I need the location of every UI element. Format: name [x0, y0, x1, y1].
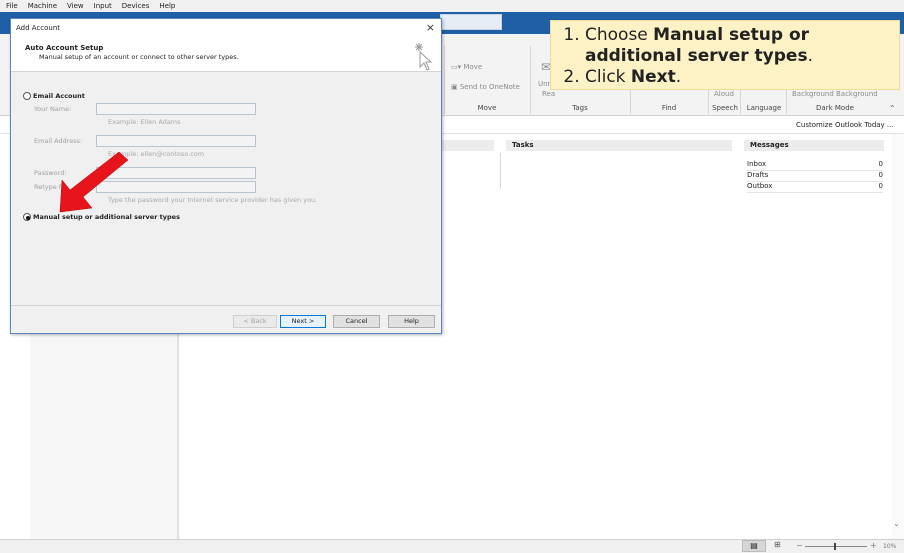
- auto-account-setup-title: Auto Account Setup: [25, 44, 104, 52]
- step2-prefix: Click: [585, 67, 631, 87]
- scrollbar[interactable]: [892, 134, 904, 539]
- group-label-language: Language: [746, 104, 782, 112]
- email-address-field[interactable]: [96, 135, 256, 147]
- group-label-tags: Tags: [572, 104, 588, 112]
- add-account-dialog: Add Account × Auto Account Setup Manual …: [10, 18, 442, 334]
- customize-outlook-today-link[interactable]: Customize Outlook Today ...: [796, 121, 894, 129]
- close-icon[interactable]: ×: [426, 19, 435, 37]
- your-name-field[interactable]: [96, 103, 256, 115]
- message-folder-row[interactable]: Outbox 0: [747, 182, 883, 193]
- instruction-callout: Choose Manual setup or additional server…: [550, 20, 900, 90]
- zoom-slider-thumb[interactable]: [834, 543, 836, 550]
- folder-name: Inbox: [747, 160, 767, 168]
- email-address-label: Email Address:: [34, 137, 83, 145]
- step1-prefix: Choose: [585, 25, 654, 45]
- email-address-hint: Example: ellen@contoso.com: [108, 150, 205, 158]
- send-onenote-button[interactable]: ▣ Send to OneNote: [451, 83, 520, 91]
- next-button[interactable]: Next >: [280, 315, 326, 328]
- vm-menu-view[interactable]: View: [67, 2, 84, 10]
- step2-suffix: .: [675, 67, 682, 87]
- message-folder-row[interactable]: Inbox 0: [747, 160, 883, 171]
- folder-count: 0: [878, 182, 883, 190]
- onenote-icon: ▣: [451, 83, 460, 91]
- step1-suffix: .: [807, 46, 813, 66]
- group-label-speech: Speech: [712, 104, 738, 112]
- messages-list: Inbox 0 Drafts 0 Outbox 0: [747, 160, 883, 193]
- zoom-slider[interactable]: [805, 546, 867, 547]
- dialog-footer-divider: [11, 305, 441, 306]
- folder-name: Outbox: [747, 182, 773, 190]
- group-label-dark-mode: Dark Mode: [816, 104, 854, 112]
- manual-setup-radio[interactable]: [23, 213, 31, 221]
- instruction-step-1: Choose Manual setup or additional server…: [585, 25, 891, 67]
- step2-bold: Next: [630, 67, 676, 87]
- instruction-step-2: Click Next.: [585, 67, 891, 88]
- send-onenote-label: Send to OneNote: [459, 83, 520, 91]
- zoom-level[interactable]: 10%: [883, 543, 896, 550]
- message-folder-row[interactable]: Drafts 0: [747, 171, 883, 182]
- folder-name: Drafts: [747, 171, 769, 179]
- calendar-header: [440, 140, 494, 151]
- group-label-move: Move: [477, 104, 497, 112]
- status-bar: [0, 539, 904, 553]
- move-icon: ▭▾: [451, 63, 464, 71]
- vm-menu-machine[interactable]: Machine: [28, 2, 57, 10]
- cursor-sparkle-icon: [415, 43, 433, 71]
- group-label-find: Find: [661, 104, 677, 112]
- password-label: Password:: [34, 169, 67, 177]
- retype-password-label: Retype Pa: [34, 183, 67, 191]
- move-button[interactable]: ▭▾ Move: [451, 63, 482, 71]
- ribbon-divider: [444, 46, 445, 114]
- folder-count: 0: [878, 160, 883, 168]
- your-name-hint: Example: Ellen Adams: [108, 118, 181, 126]
- dialog-header: Auto Account Setup Manual setup of an ac…: [11, 37, 441, 72]
- email-account-label[interactable]: Email Account: [33, 92, 85, 100]
- help-button[interactable]: Help: [388, 315, 435, 328]
- email-account-radio[interactable]: [23, 92, 31, 100]
- cancel-button[interactable]: Cancel: [333, 315, 380, 328]
- folder-count: 0: [878, 171, 883, 179]
- dialog-title: Add Account: [16, 24, 61, 32]
- back-button[interactable]: < Back: [233, 315, 277, 328]
- tasks-header: Tasks: [506, 140, 732, 151]
- vm-menu-file[interactable]: File: [6, 2, 18, 10]
- column-divider: [500, 153, 501, 189]
- vm-menu-help[interactable]: Help: [159, 2, 175, 10]
- search-box[interactable]: [440, 14, 502, 30]
- vm-menu-input[interactable]: Input: [94, 2, 112, 10]
- normal-view-icon[interactable]: ▤: [742, 540, 766, 552]
- password-field[interactable]: [96, 167, 256, 179]
- vm-menu-bar: File Machine View Input Devices Help: [0, 0, 904, 12]
- read-label: Rea: [542, 90, 556, 98]
- reading-view-icon[interactable]: ⊞: [774, 540, 781, 549]
- collapse-ribbon-icon[interactable]: ⌃: [889, 104, 896, 113]
- retype-password-field[interactable]: [96, 181, 256, 193]
- zoom-out-icon[interactable]: −: [796, 541, 803, 550]
- dialog-title-bar: Add Account: [11, 19, 441, 37]
- zoom-in-icon[interactable]: +: [870, 541, 877, 550]
- background-label[interactable]: Background Background: [792, 90, 878, 98]
- move-label: Move: [463, 63, 483, 71]
- ribbon-divider: [530, 46, 531, 114]
- auto-account-setup-subtitle: Manual setup of an account or connect to…: [39, 53, 239, 61]
- your-name-label: Your Name:: [34, 105, 72, 113]
- unread-label[interactable]: Unr: [538, 80, 550, 88]
- password-hint: Type the password your Internet service …: [108, 196, 318, 204]
- vm-menu-devices[interactable]: Devices: [122, 2, 150, 10]
- manual-setup-label[interactable]: Manual setup or additional server types: [33, 213, 180, 221]
- scroll-down-icon[interactable]: ⌄: [893, 519, 900, 528]
- messages-header: Messages: [744, 140, 884, 151]
- read-aloud-label[interactable]: Aloud: [714, 90, 734, 98]
